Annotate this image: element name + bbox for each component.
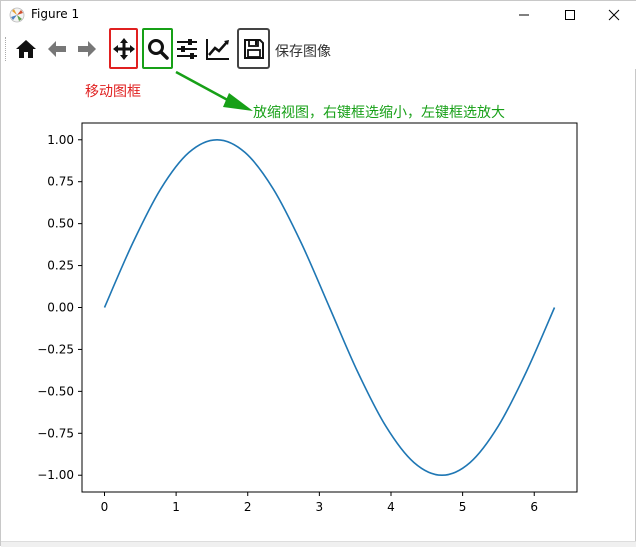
save-label: 保存图像 <box>275 44 331 60</box>
x-tick-label: 4 <box>387 500 395 514</box>
forward-button[interactable] <box>73 35 101 63</box>
title-bar: Figure 1 <box>1 1 636 29</box>
toolbar-grip[interactable] <box>5 37 9 61</box>
x-tick-label: 5 <box>459 500 467 514</box>
x-tick-label: 3 <box>316 500 324 514</box>
subplots-button[interactable] <box>173 35 201 63</box>
arrow-right-icon <box>78 41 96 57</box>
move-icon <box>112 37 135 60</box>
minimize-button[interactable] <box>501 1 547 29</box>
pan-button[interactable] <box>109 28 138 69</box>
maximize-icon <box>565 10 575 20</box>
figure-window: Figure 1 保存图像 移动图框 放缩视图，右键框选缩小，左键框选放大 0 … <box>0 0 636 547</box>
close-icon <box>608 9 620 21</box>
x-tick-label: 1 <box>172 500 180 514</box>
edit-axes-button[interactable] <box>204 35 232 63</box>
plot-canvas[interactable]: 0 1 2 3 4 5 6 1.00 0.75 0.50 0.25 0.00 −0.25 −0.50 −0.… <box>1 111 636 536</box>
sliders-icon <box>177 39 197 59</box>
pan-annotation: 移动图框 <box>85 84 141 100</box>
navigation-toolbar: 保存图像 <box>1 28 636 69</box>
zoom-button[interactable] <box>142 28 173 69</box>
y-tick-label: 0.75 <box>47 175 74 189</box>
minimize-icon <box>519 14 529 16</box>
y-tick-label: −1.00 <box>37 468 74 482</box>
save-button[interactable] <box>237 28 270 69</box>
y-tick-label: −0.50 <box>37 384 74 398</box>
magnifier-icon <box>147 38 169 60</box>
maximize-button[interactable] <box>547 1 593 29</box>
y-tick-label: 0.50 <box>47 217 74 231</box>
callout-arrow-icon <box>175 70 253 111</box>
window-bottom-edge <box>1 541 636 547</box>
y-tick-label: −0.75 <box>37 426 74 440</box>
y-tick-label: −0.25 <box>37 342 74 356</box>
matplotlib-logo-icon <box>9 7 25 23</box>
line-chart-icon <box>206 39 229 60</box>
floppy-disk-icon <box>243 38 264 59</box>
home-button[interactable] <box>12 35 40 63</box>
window-title: Figure 1 <box>31 7 80 21</box>
y-tick-label: 0.25 <box>47 259 74 273</box>
x-tick-label: 0 <box>101 500 109 514</box>
x-tick-label: 6 <box>530 500 538 514</box>
arrow-left-icon <box>48 41 66 57</box>
close-button[interactable] <box>591 1 636 29</box>
home-icon <box>16 40 36 58</box>
y-tick-label: 1.00 <box>47 133 74 147</box>
y-tick-label: 0.00 <box>47 301 74 315</box>
back-button[interactable] <box>43 35 71 63</box>
x-tick-label: 2 <box>244 500 252 514</box>
